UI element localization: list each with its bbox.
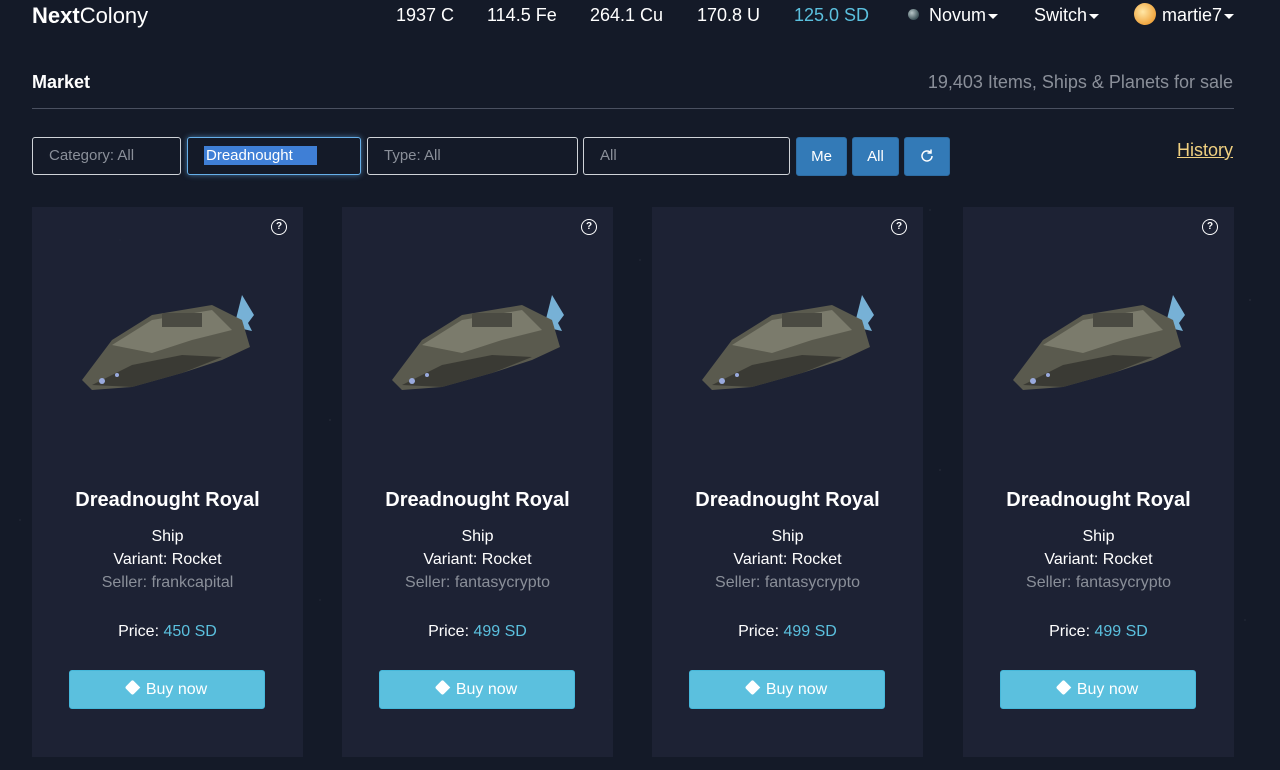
card-seller: Seller: frankcapital xyxy=(101,574,234,591)
resource-cu: 264.1 Cu xyxy=(590,5,664,25)
help-icon[interactable]: ? xyxy=(1202,219,1218,235)
brand-rest: Colony xyxy=(79,3,149,28)
category-select[interactable]: Category: All xyxy=(32,137,181,175)
name-search-input[interactable]: Dreadnought xyxy=(187,137,361,175)
divider xyxy=(32,108,1234,109)
card-variant: Variant: Rocket xyxy=(733,551,842,568)
help-icon[interactable]: ? xyxy=(891,219,907,235)
card-title: Dreadnought Royal xyxy=(75,489,260,511)
card-price: Price: 499 SD xyxy=(963,623,1234,641)
card-title: Dreadnought Royal xyxy=(385,489,570,511)
buy-label: Buy now xyxy=(1076,681,1139,698)
planet-label: Novum xyxy=(929,5,987,25)
ship-image xyxy=(392,295,564,390)
history-link[interactable]: History xyxy=(1177,140,1233,161)
planet-icon xyxy=(908,8,919,20)
market-card: ? Dreadnought Royal Ship Variant: Rocket… xyxy=(963,207,1234,757)
all-button[interactable]: All xyxy=(852,137,899,176)
refresh-icon xyxy=(921,149,933,162)
card-price: Price: 499 SD xyxy=(652,623,923,641)
planet-dropdown[interactable]: Novum xyxy=(908,5,999,26)
price-value: 499 SD xyxy=(473,623,527,640)
caret-down-icon xyxy=(1224,13,1235,19)
card-variant: Variant: Rocket xyxy=(113,551,222,568)
card-kind: Ship xyxy=(151,528,184,545)
market-card: ? Dreadnought Royal Ship Variant: Rocket… xyxy=(342,207,613,757)
type-select[interactable]: Type: All xyxy=(367,137,578,175)
page-title: Market xyxy=(32,72,91,92)
card-seller: Seller: fantasycrypto xyxy=(1026,574,1171,591)
buy-label: Buy now xyxy=(145,681,208,698)
me-button[interactable]: Me xyxy=(796,137,847,176)
card-price: Price: 450 SD xyxy=(32,623,303,641)
search-text-selected: Dreadnought xyxy=(204,146,317,165)
items-count: 19,403 Items, Ships & Planets for sale xyxy=(927,72,1233,92)
card-seller: Seller: fantasycrypto xyxy=(715,574,860,591)
resource-c: 1937 C xyxy=(396,5,455,25)
tag-icon xyxy=(744,679,761,696)
card-kind: Ship xyxy=(771,528,804,545)
brand-bold: Next xyxy=(32,3,80,28)
switch-label: Switch xyxy=(1034,5,1088,25)
refresh-button[interactable] xyxy=(904,137,950,176)
brand-logo[interactable]: NextColony xyxy=(32,3,148,29)
card-variant: Variant: Rocket xyxy=(1044,551,1153,568)
resource-fe: 114.5 Fe xyxy=(487,5,557,25)
card-kind: Ship xyxy=(1082,528,1115,545)
price-value: 499 SD xyxy=(783,623,837,640)
buy-now-button[interactable]: Buy now xyxy=(379,670,575,709)
buy-now-button[interactable]: Buy now xyxy=(1000,670,1196,709)
ship-image xyxy=(702,295,874,390)
avatar xyxy=(1134,3,1156,26)
tag-icon xyxy=(124,679,141,696)
user-label: martie7 xyxy=(1162,5,1223,25)
switch-dropdown[interactable]: Switch xyxy=(1034,5,1100,26)
card-title: Dreadnought Royal xyxy=(1006,489,1191,511)
tag-icon xyxy=(434,679,451,696)
resource-sd: 125.0 SD xyxy=(794,5,870,25)
top-nav: NextColony 1937 C 114.5 Fe 264.1 Cu 170.… xyxy=(0,0,1280,34)
owner-select[interactable]: All xyxy=(583,137,790,175)
card-kind: Ship xyxy=(461,528,494,545)
resource-u: 170.8 U xyxy=(697,5,761,25)
card-title: Dreadnought Royal xyxy=(695,489,880,511)
caret-down-icon xyxy=(1089,13,1100,19)
market-card: ? Dreadnought Royal Ship Variant: Rocket… xyxy=(652,207,923,757)
ship-image xyxy=(1013,295,1185,390)
ship-image xyxy=(82,295,254,390)
card-variant: Variant: Rocket xyxy=(423,551,532,568)
price-label: Price: xyxy=(1049,623,1091,640)
buy-now-button[interactable]: Buy now xyxy=(69,670,265,709)
help-icon[interactable]: ? xyxy=(271,219,287,235)
caret-down-icon xyxy=(988,13,999,19)
price-value: 450 SD xyxy=(163,623,217,640)
buy-now-button[interactable]: Buy now xyxy=(689,670,885,709)
price-label: Price: xyxy=(118,623,160,640)
market-card: ? Dreadnought Royal Ship Variant: Rocket… xyxy=(32,207,303,757)
help-icon[interactable]: ? xyxy=(581,219,597,235)
buy-label: Buy now xyxy=(765,681,828,698)
price-label: Price: xyxy=(428,623,470,640)
buy-label: Buy now xyxy=(455,681,518,698)
tag-icon xyxy=(1055,679,1072,696)
card-seller: Seller: fantasycrypto xyxy=(405,574,550,591)
user-dropdown[interactable]: martie7 xyxy=(1134,3,1235,27)
price-value: 499 SD xyxy=(1094,623,1148,640)
card-price: Price: 499 SD xyxy=(342,623,613,641)
price-label: Price: xyxy=(738,623,780,640)
